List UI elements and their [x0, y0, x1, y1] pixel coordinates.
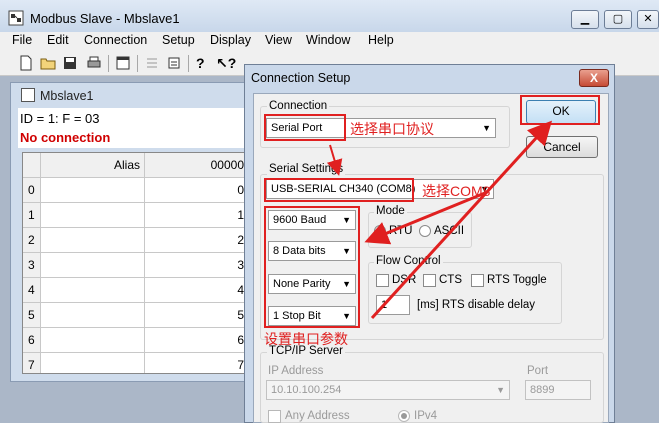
arrow-to-port	[326, 144, 343, 176]
annotation-arrows	[326, 120, 553, 320]
arrow-to-ok	[370, 120, 553, 320]
arrow-to-serial-params	[364, 191, 486, 245]
